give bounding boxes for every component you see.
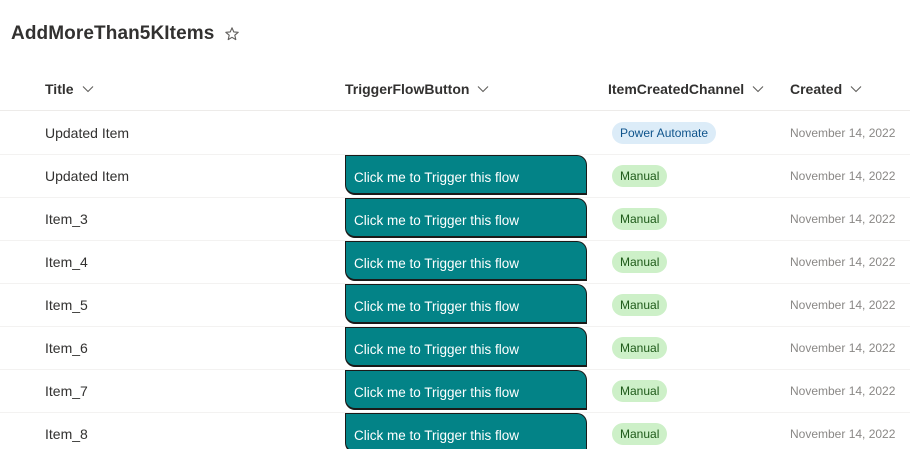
channel-cell: Manual (612, 412, 668, 449)
trigger-flow-button[interactable]: Click me to Trigger this flow (345, 413, 587, 449)
created-date: November 14, 2022 (790, 211, 896, 226)
item-title[interactable]: Item_7 (45, 383, 88, 399)
trigger-flow-button[interactable]: Click me to Trigger this flow (345, 370, 587, 410)
item-title[interactable]: Item_4 (45, 254, 88, 270)
title-cell: Item_6 (45, 326, 88, 369)
table-row[interactable]: Item_4 Click me to Trigger this flow Man… (0, 240, 910, 284)
channel-cell: Manual (612, 197, 668, 240)
title-cell: Updated Item (45, 154, 129, 197)
list-view: AddMoreThan5KItems Title TriggerFlowButt… (0, 0, 910, 449)
column-header-title-label: Title (45, 81, 74, 97)
title-cell: Item_3 (45, 197, 88, 240)
item-title[interactable]: Item_6 (45, 340, 88, 356)
channel-pill: Manual (612, 293, 668, 316)
column-header-row: Title TriggerFlowButton ItemCreatedChann… (0, 68, 910, 111)
created-cell: November 14, 2022 (790, 197, 895, 240)
channel-cell: Power Automate (612, 111, 717, 154)
column-header-title[interactable]: Title (45, 68, 94, 110)
item-title[interactable]: Updated Item (45, 168, 129, 184)
item-title[interactable]: Item_5 (45, 297, 88, 313)
chevron-down-icon (752, 86, 764, 93)
item-title[interactable]: Updated Item (45, 125, 129, 141)
item-title[interactable]: Item_8 (45, 426, 88, 442)
table-row[interactable]: Item_7 Click me to Trigger this flow Man… (0, 369, 910, 413)
created-date: November 14, 2022 (790, 297, 896, 312)
channel-pill: Manual (612, 336, 668, 359)
created-cell: November 14, 2022 (790, 240, 895, 283)
trigger-flow-button[interactable]: Click me to Trigger this flow (345, 198, 587, 238)
table-row[interactable]: Updated Item Power Automate November 14,… (0, 111, 910, 155)
title-cell: Item_5 (45, 283, 88, 326)
table-row[interactable]: Item_5 Click me to Trigger this flow Man… (0, 283, 910, 327)
created-cell: November 14, 2022 (790, 326, 895, 369)
channel-pill: Manual (612, 422, 668, 445)
created-cell: November 14, 2022 (790, 369, 895, 412)
created-cell: November 14, 2022 (790, 111, 895, 154)
created-cell: November 14, 2022 (790, 412, 895, 449)
channel-pill: Power Automate (612, 121, 717, 144)
channel-cell: Manual (612, 154, 668, 197)
column-header-created[interactable]: Created (790, 68, 862, 110)
created-date: November 14, 2022 (790, 168, 896, 183)
item-title[interactable]: Item_3 (45, 211, 88, 227)
channel-cell: Manual (612, 283, 668, 326)
created-date: November 14, 2022 (790, 254, 896, 269)
table-row[interactable]: Item_3 Click me to Trigger this flow Man… (0, 197, 910, 241)
channel-pill: Manual (612, 250, 668, 273)
title-cell: Item_8 (45, 412, 88, 449)
channel-cell: Manual (612, 326, 668, 369)
column-header-created-label: Created (790, 81, 843, 97)
channel-pill: Manual (612, 379, 668, 402)
chevron-down-icon (478, 86, 489, 93)
channel-cell: Manual (612, 240, 668, 283)
channel-pill: Manual (612, 207, 668, 230)
created-cell: November 14, 2022 (790, 154, 895, 197)
star-icon[interactable] (224, 26, 240, 42)
title-cell: Updated Item (45, 111, 129, 154)
trigger-flow-button[interactable]: Click me to Trigger this flow (345, 284, 587, 324)
list-header: AddMoreThan5KItems (11, 20, 240, 48)
created-date: November 14, 2022 (790, 340, 896, 355)
channel-pill: Manual (612, 164, 668, 187)
channel-cell: Manual (612, 369, 668, 412)
list-title: AddMoreThan5KItems (11, 23, 215, 44)
title-cell: Item_4 (45, 240, 88, 283)
chevron-down-icon (850, 86, 862, 93)
column-header-itemcreatedchannel[interactable]: ItemCreatedChannel (608, 68, 764, 110)
created-cell: November 14, 2022 (790, 283, 895, 326)
column-header-triggerflowbutton-label: TriggerFlowButton (345, 81, 470, 97)
trigger-flow-button[interactable]: Click me to Trigger this flow (345, 327, 587, 367)
created-date: November 14, 2022 (790, 383, 896, 398)
table-row[interactable]: Item_6 Click me to Trigger this flow Man… (0, 326, 910, 370)
created-date: November 14, 2022 (790, 426, 896, 441)
table-row[interactable]: Item_8 Click me to Trigger this flow Man… (0, 412, 910, 449)
trigger-flow-button[interactable]: Click me to Trigger this flow (345, 241, 587, 281)
trigger-flow-button[interactable]: Click me to Trigger this flow (345, 155, 587, 195)
column-header-triggerflowbutton[interactable]: TriggerFlowButton (345, 68, 489, 110)
chevron-down-icon (82, 86, 93, 93)
table-row[interactable]: Updated Item Click me to Trigger this fl… (0, 154, 910, 198)
column-header-itemcreatedchannel-label: ItemCreatedChannel (608, 81, 745, 97)
created-date: November 14, 2022 (790, 125, 896, 140)
title-cell: Item_7 (45, 369, 88, 412)
